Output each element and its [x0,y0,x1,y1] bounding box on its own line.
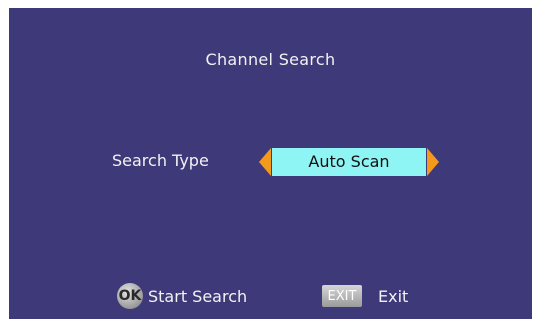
start-search-hint[interactable]: OK Start Search [117,283,247,309]
arrow-left-icon[interactable] [259,148,271,176]
exit-hint[interactable]: EXIT Exit [322,283,408,309]
exit-label: Exit [378,286,409,306]
exit-button-icon[interactable]: EXIT [322,285,362,307]
search-type-label: Search Type [112,151,209,170]
search-type-selector[interactable]: Auto Scan [259,148,439,176]
ok-button-icon[interactable]: OK [117,283,143,309]
start-search-label: Start Search [148,286,248,306]
search-type-value[interactable]: Auto Scan [272,148,426,176]
page-title: Channel Search [205,50,336,69]
channel-search-screen: Channel Search Search Type Auto Scan OK … [9,8,532,319]
arrow-right-icon[interactable] [427,148,439,176]
